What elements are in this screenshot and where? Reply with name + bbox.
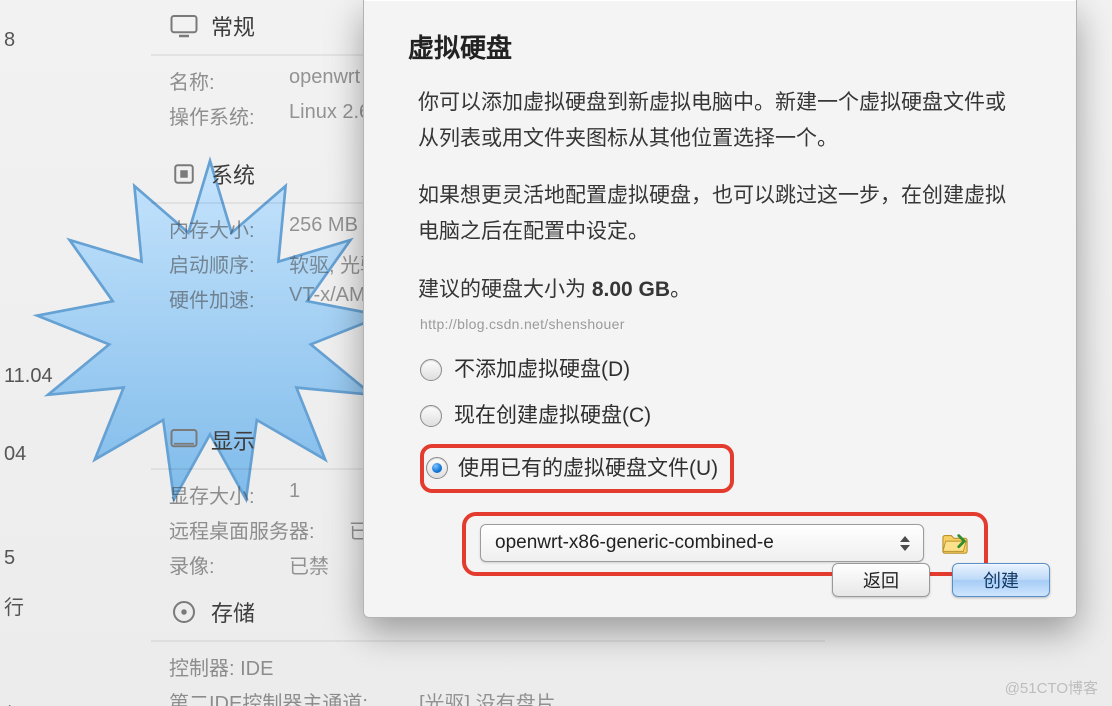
radio-icon: [426, 457, 448, 479]
storage-icon: [169, 599, 199, 625]
monitor-icon: [169, 13, 199, 39]
radio-icon: [420, 405, 442, 427]
section-title: 存储: [211, 596, 255, 628]
back-button[interactable]: 返回: [832, 563, 930, 597]
page-watermark: @51CTO博客: [1005, 677, 1098, 698]
dialog-title: 虚拟硬盘: [408, 0, 1076, 85]
blog-watermark: http://blog.csdn.net/shenshouer: [420, 313, 1022, 337]
vm-list-fragments: 8 11.04 04 5 行 行: [0, 376, 53, 706]
radio-icon: [420, 359, 442, 381]
display-icon: [169, 427, 199, 453]
existing-disk-combobox[interactable]: openwrt-x86-generic-combined-e: [480, 524, 924, 562]
recommended-size: 建议的硬盘大小为 8.00 GB。: [418, 272, 1022, 308]
option-label: 使用已有的虚拟硬盘文件(U): [458, 451, 718, 487]
browse-folder-button[interactable]: [940, 530, 970, 556]
section-title: 显示: [211, 424, 255, 456]
section-title: 常规: [211, 10, 255, 42]
stepper-icon: [895, 529, 915, 557]
option-label: 现在创建虚拟硬盘(C): [454, 398, 651, 434]
option-use-existing-disk[interactable]: 使用已有的虚拟硬盘文件(U): [418, 439, 1022, 499]
dialog-paragraph-2: 如果想更灵活地配置虚拟硬盘，也可以跳过这一步，在创建虚拟电脑之后在配置中设定。: [418, 178, 1022, 249]
create-button[interactable]: 创建: [952, 563, 1050, 597]
chip-icon: [169, 161, 199, 187]
option-create-disk[interactable]: 现在创建虚拟硬盘(C): [418, 393, 1022, 439]
new-vm-harddisk-dialog: 虚拟硬盘 你可以添加虚拟硬盘到新虚拟电脑中。新建一个虚拟硬盘文件或从列表或用文件…: [363, 0, 1077, 618]
section-title: 系统: [211, 158, 255, 190]
combobox-value: openwrt-x86-generic-combined-e: [495, 527, 895, 559]
option-label: 不添加虚拟硬盘(D): [454, 352, 630, 388]
option-no-disk[interactable]: 不添加虚拟硬盘(D): [418, 347, 1022, 393]
dialog-paragraph-1: 你可以添加虚拟硬盘到新虚拟电脑中。新建一个虚拟硬盘文件或从列表或用文件夹图标从其…: [418, 85, 1022, 156]
